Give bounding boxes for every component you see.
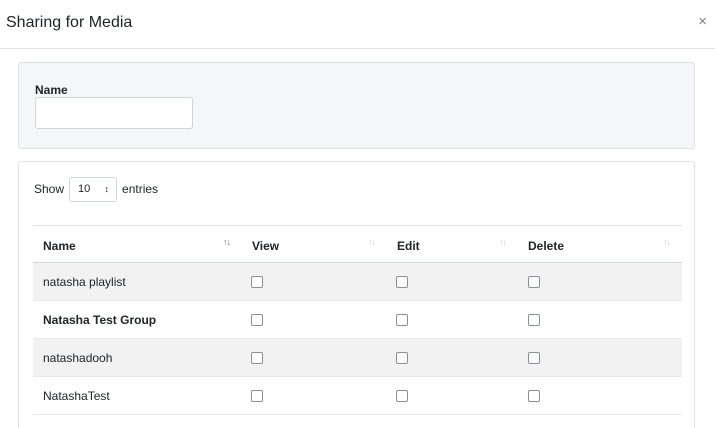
page-length-select[interactable]: 10 ↕	[69, 176, 118, 202]
edit-checkbox[interactable]	[396, 390, 408, 402]
view-checkbox[interactable]	[251, 390, 263, 402]
view-checkbox[interactable]	[251, 276, 263, 288]
table-header: Name ↑↓ View ↑↓ Edit ↑↓ Delete ↑↓	[33, 225, 682, 263]
column-header-edit[interactable]: Edit ↑↓	[387, 226, 518, 263]
table-row: Natasha Test Group	[33, 301, 682, 339]
view-checkbox[interactable]	[251, 314, 263, 326]
row-name: natasha playlist	[43, 275, 126, 289]
modal-title: Sharing for Media	[6, 14, 133, 31]
edit-checkbox[interactable]	[396, 314, 408, 326]
filter-panel: Name	[18, 62, 695, 149]
sharing-table-panel: Show 10 ↕ entries Name ↑↓ View ↑↓ Edit ↑…	[18, 161, 695, 428]
row-name: Natasha Test Group	[43, 313, 157, 327]
sort-icon: ↑↓	[663, 237, 671, 247]
delete-checkbox[interactable]	[528, 352, 540, 364]
close-icon[interactable]: ×	[698, 14, 707, 30]
page-length-control: Show 10 ↕ entries	[34, 176, 158, 202]
column-header-view[interactable]: View ↑↓	[242, 226, 387, 263]
edit-checkbox[interactable]	[396, 276, 408, 288]
view-checkbox[interactable]	[251, 352, 263, 364]
delete-checkbox[interactable]	[528, 390, 540, 402]
name-filter-input[interactable]	[35, 97, 193, 129]
sort-icon: ↑↓	[223, 237, 231, 247]
show-label: Show	[34, 182, 65, 196]
sharing-table: Name ↑↓ View ↑↓ Edit ↑↓ Delete ↑↓ natash…	[33, 225, 682, 415]
page-length-value: 10	[78, 183, 91, 195]
delete-checkbox[interactable]	[528, 276, 540, 288]
select-arrows-icon: ↕	[104, 184, 110, 194]
modal-header: Sharing for Media ×	[0, 0, 715, 49]
name-filter-label: Name	[35, 83, 68, 97]
sort-icon: ↑↓	[368, 237, 376, 247]
row-name: natashadooh	[43, 351, 113, 365]
delete-checkbox[interactable]	[528, 314, 540, 326]
column-header-name[interactable]: Name ↑↓	[33, 226, 242, 263]
table-row: natashadooh	[33, 339, 682, 377]
column-header-delete[interactable]: Delete ↑↓	[518, 226, 682, 263]
table-row: NatashaTest	[33, 377, 682, 415]
edit-checkbox[interactable]	[396, 352, 408, 364]
sort-icon: ↑↓	[499, 237, 507, 247]
table-row: natasha playlist	[33, 263, 682, 301]
entries-label: entries	[122, 182, 159, 196]
row-name: NatashaTest	[43, 389, 110, 403]
